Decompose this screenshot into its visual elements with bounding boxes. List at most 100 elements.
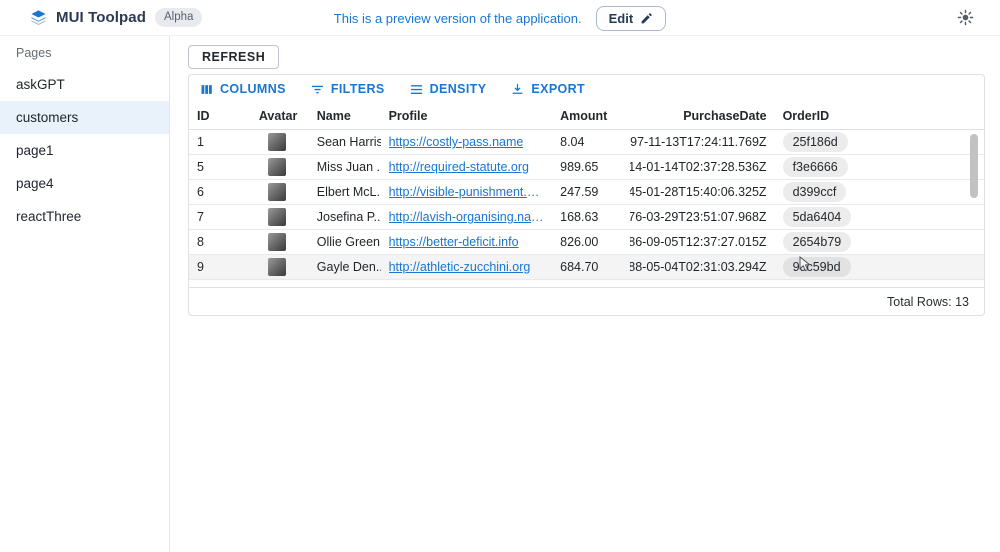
- grid-footer: Total Rows: 13: [189, 287, 984, 315]
- cell-orderId: f3e6666: [775, 155, 984, 180]
- cell-purchaseDate: 2045-01-28T15:40:06.325Z: [630, 180, 775, 205]
- sidebar-item-label: reactThree: [16, 209, 81, 224]
- alpha-badge: Alpha: [155, 8, 202, 28]
- sidebar-item-label: page1: [16, 143, 54, 158]
- avatar-image: [268, 258, 286, 276]
- toolbar-button-label: DENSITY: [430, 82, 487, 96]
- cell-profile: https://costly-pass.name: [381, 130, 553, 155]
- topbar: MUI Toolpad Alpha This is a preview vers…: [0, 0, 1000, 36]
- light-mode-sun-icon: [957, 9, 974, 26]
- column-header-profile[interactable]: Profile: [381, 109, 553, 123]
- cell-id: 1: [189, 130, 251, 155]
- vertical-scrollbar[interactable]: [970, 134, 978, 198]
- table-row[interactable]: 8 Ollie Green... https://better-deficit.in…: [189, 230, 984, 255]
- cell-avatar: [251, 230, 309, 255]
- stack-layers-icon: [30, 9, 47, 26]
- columns-button[interactable]: COLUMNS: [199, 82, 286, 97]
- cell-avatar: [251, 180, 309, 205]
- order-id-chip: f3e6666: [783, 157, 848, 177]
- cell-id: 8: [189, 230, 251, 255]
- cell-amount: 8.04: [552, 130, 630, 155]
- sidebar-item-label: customers: [16, 110, 78, 125]
- app-title: MUI Toolpad: [56, 9, 146, 26]
- column-header-orderId[interactable]: OrderID: [775, 109, 984, 123]
- refresh-button[interactable]: REFRESH: [188, 45, 279, 69]
- cell-purchaseDate: 2014-01-14T02:37:28.536Z: [630, 155, 775, 180]
- theme-toggle-button[interactable]: [957, 9, 974, 26]
- table-row[interactable]: 6Elbert McL...http://visible-punishment.…: [189, 180, 984, 205]
- cell-orderId: d399ccf: [775, 180, 984, 205]
- data-grid: COLUMNS FILTERS DENSITY EXPORT IDAvatarName…: [188, 74, 985, 316]
- brand: MUI Toolpad Alpha: [0, 8, 202, 28]
- app-window: MUI Toolpad Alpha This is a preview vers…: [0, 0, 1000, 552]
- toolbar-button-label: EXPORT: [531, 82, 585, 96]
- sidebar-item-label: page4: [16, 176, 54, 191]
- cell-avatar: [251, 255, 309, 280]
- avatar-image: [268, 158, 286, 176]
- cell-amount: 684.70: [552, 255, 630, 280]
- table-row[interactable]: 9 Gayle Den... http://athletic-zucchini.or…: [189, 255, 984, 280]
- total-rows-label: Total Rows: 13: [887, 295, 969, 309]
- cell-orderId: 2654b79: [775, 230, 984, 255]
- cell-id: 6: [189, 180, 251, 205]
- column-header-purchaseDate[interactable]: PurchaseDate: [630, 109, 775, 123]
- cell-amount: 168.63: [552, 205, 630, 230]
- order-id-chip: 2654b79: [783, 232, 852, 252]
- cell-avatar: [251, 130, 309, 155]
- cell-name: Miss Juan ...: [309, 155, 381, 180]
- avatar-image: [268, 133, 286, 151]
- table-row[interactable]: 5Miss Juan ...http://required-statute.or…: [189, 155, 984, 180]
- cell-profile: http://athletic-zucchini.org: [381, 255, 553, 280]
- column-header-avatar[interactable]: Avatar: [251, 109, 309, 123]
- cell-orderId: 5da6404: [775, 205, 984, 230]
- cell-id: 9: [189, 255, 251, 280]
- cell-purchaseDate: 2086-09-05T12:37:27.015Z: [630, 230, 775, 255]
- sidebar-item-reactThree[interactable]: reactThree: [0, 200, 169, 233]
- cell-amount: 989.65: [552, 155, 630, 180]
- cell-amount: 826.00: [552, 230, 630, 255]
- sidebar-item-page4[interactable]: page4: [0, 167, 169, 200]
- sidebar-item-page1[interactable]: page1: [0, 134, 169, 167]
- density-button[interactable]: DENSITY: [409, 82, 487, 97]
- column-header-name[interactable]: Name: [309, 109, 381, 123]
- profile-link[interactable]: http://required-statute.org: [389, 160, 529, 174]
- export-button[interactable]: EXPORT: [510, 82, 585, 97]
- avatar-image: [268, 183, 286, 201]
- cell-avatar: [251, 155, 309, 180]
- edit-button-label: Edit: [609, 11, 634, 26]
- profile-link[interactable]: http://visible-punishment.net: [389, 185, 545, 199]
- table-row[interactable]: 7Josefina P...http://lavish-organising.n…: [189, 205, 984, 230]
- cell-name: Gayle Den...: [309, 255, 381, 280]
- grid-rows-viewport: 1 Sean Harris https://costly-pass.name 8.04…: [189, 130, 984, 287]
- avatar-image: [268, 208, 286, 226]
- cell-profile: http://lavish-organising.name: [381, 205, 553, 230]
- cell-name: Ollie Green...: [309, 230, 381, 255]
- profile-link[interactable]: https://better-deficit.info: [389, 235, 519, 249]
- cell-name: Sean Harris: [309, 130, 381, 155]
- main-content: REFRESH COLUMNS FILTERS DENSITY EXPORT IDAv…: [170, 36, 1000, 552]
- sidebar-item-customers[interactable]: customers: [0, 101, 169, 134]
- column-header-id[interactable]: ID: [189, 109, 251, 123]
- filters-button[interactable]: FILTERS: [310, 82, 385, 97]
- filter-icon: [310, 82, 325, 97]
- profile-link[interactable]: http://lavish-organising.name: [389, 210, 545, 224]
- order-id-chip: d399ccf: [783, 182, 847, 202]
- sidebar-item-askGPT[interactable]: askGPT: [0, 68, 169, 101]
- profile-link[interactable]: https://costly-pass.name: [389, 135, 524, 149]
- cell-profile: http://required-statute.org: [381, 155, 553, 180]
- table-row[interactable]: 1 Sean Harris https://costly-pass.name 8.04…: [189, 130, 984, 155]
- grid-header-row: IDAvatarNameProfileAmountPurchaseDateOrd…: [189, 103, 984, 130]
- cell-purchaseDate: 2076-03-29T23:51:07.968Z: [630, 205, 775, 230]
- sidebar-pages-list: askGPT customers page1 page4 reactThree: [0, 68, 169, 233]
- density-icon: [409, 82, 424, 97]
- column-header-amount[interactable]: Amount: [552, 109, 630, 123]
- profile-link[interactable]: http://athletic-zucchini.org: [389, 260, 531, 274]
- export-icon: [510, 82, 525, 97]
- cell-id: 7: [189, 205, 251, 230]
- edit-button[interactable]: Edit: [596, 6, 667, 31]
- toolbar-button-label: COLUMNS: [220, 82, 286, 96]
- preview-text: This is a preview version of the applica…: [334, 11, 582, 26]
- grid-toolbar: COLUMNS FILTERS DENSITY EXPORT: [189, 75, 984, 103]
- cell-orderId: 25f186d: [775, 130, 984, 155]
- avatar-image: [268, 233, 286, 251]
